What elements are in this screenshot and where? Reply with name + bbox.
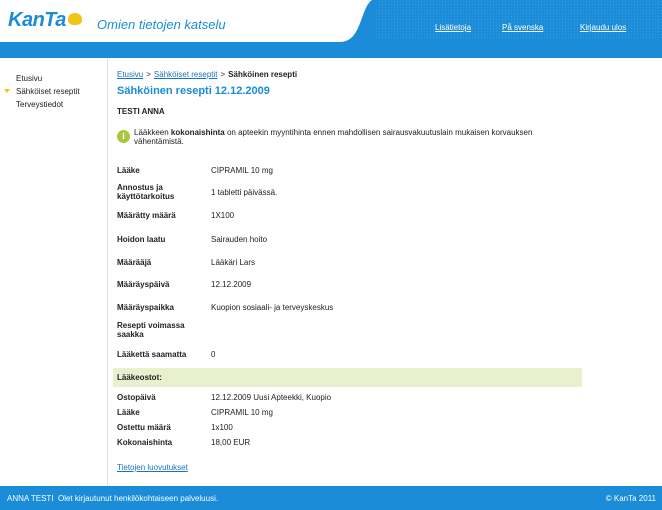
sidebar-item-health-records[interactable]: Terveystiedot (16, 100, 63, 109)
login-status-text: Olet kirjautunut henkilökohtaiseen palve… (57, 494, 219, 503)
field-value-medicine: CIPRAMIL 10 mg (211, 166, 273, 175)
purchase-label-quantity: Ostettu määrä (117, 423, 171, 432)
field-label-valid-until: Resepti voimassa saakka (117, 321, 185, 339)
data-disclosures-link[interactable]: Tietojen luovutukset (117, 463, 188, 472)
page-title: Sähköinen resepti 12.12.2009 (117, 85, 270, 97)
breadcrumb-separator: > (220, 70, 226, 79)
field-label-remaining: Lääkettä saamatta (117, 350, 187, 359)
field-label-prescription-date: Määräyspäivä (117, 280, 170, 289)
field-value-dosage: 1 tabletti päivässä. (211, 188, 278, 197)
app-header: KanTa Omien tietojen katselu Lisätietoja… (0, 0, 662, 58)
breadcrumb-current: Sähköinen resepti (228, 70, 298, 79)
logged-in-user: ANNA TESTI (7, 494, 54, 503)
field-label-medicine: Lääke (117, 166, 140, 175)
sidebar: Etusivu Sähköiset reseptit Terveystiedot (0, 58, 107, 486)
logout-link[interactable]: Kirjaudu ulos (580, 23, 626, 32)
field-value-remaining: 0 (211, 350, 216, 359)
purchase-value-date: 12.12.2009 Uusi Apteekki, Kuopio (211, 393, 332, 402)
field-label-treatment-type: Hoidon laatu (117, 235, 166, 244)
purchase-label-total-price: Kokonaishinta (117, 438, 173, 447)
status-bar: ANNA TESTI Olet kirjautunut henkilökohta… (0, 486, 662, 510)
purchases-section-header: Lääkeostot: (113, 368, 582, 387)
kanta-logo: KanTa (8, 9, 82, 32)
purchase-value-medicine: CIPRAMIL 10 mg (211, 408, 273, 417)
purchase-value-total-price: 18,00 EUR (211, 438, 251, 447)
field-value-prescriber: Lääkäri Lars (211, 258, 256, 267)
info-text-bold: kokonaishinta (170, 128, 225, 137)
field-label-quantity: Määrätty määrä (117, 211, 176, 220)
field-value-prescription-place: Kuopion sosiaali- ja terveyskeskus (211, 303, 334, 312)
patient-name: TESTI ANNA (117, 107, 165, 116)
info-text-pre: Lääkkeen (134, 128, 171, 137)
field-label-dosage: Annostus ja käyttötarkoitus (117, 183, 175, 201)
field-value-treatment-type: Sairauden hoito (211, 235, 268, 244)
swedish-language-link[interactable]: På svenska (502, 23, 543, 32)
logged-in-status: ANNA TESTI Olet kirjautunut henkilökohta… (7, 494, 218, 503)
logo-mark-icon (67, 13, 82, 25)
purchase-label-date: Ostopäivä (117, 393, 156, 402)
field-value-quantity: 1X100 (211, 211, 235, 220)
sidebar-item-etusivu[interactable]: Etusivu (16, 74, 42, 83)
field-label-prescriber: Määrääjä (117, 258, 152, 267)
price-info-note: Lääkkeen kokonaishinta on apteekin myynt… (134, 128, 554, 146)
breadcrumb-link-reseptit[interactable]: Sähköiset reseptit (154, 70, 218, 79)
purchase-value-quantity: 1x100 (211, 423, 233, 432)
breadcrumb: Etusivu > Sähköiset reseptit > Sähköinen res… (117, 70, 297, 79)
breadcrumb-link-etusivu[interactable]: Etusivu (117, 70, 143, 79)
field-value-prescription-date: 12.12.2009 (211, 280, 252, 289)
copyright: © KanTa 2011 (605, 494, 656, 503)
active-arrow-icon (4, 89, 10, 93)
purchases-heading: Lääkeostot: (117, 373, 162, 382)
breadcrumb-separator: > (146, 70, 151, 79)
main-content: Etusivu > Sähköiset reseptit > Sähköinen res… (107, 58, 662, 486)
info-link[interactable]: Lisätietoja (435, 23, 471, 32)
app-title: Omien tietojen katselu (97, 17, 226, 32)
info-icon: i (117, 130, 130, 143)
purchase-label-medicine: Lääke (117, 408, 140, 417)
field-label-prescription-place: Määräyspaikka (117, 303, 174, 312)
sidebar-item-e-prescriptions[interactable]: Sähköiset reseptit (16, 87, 80, 96)
